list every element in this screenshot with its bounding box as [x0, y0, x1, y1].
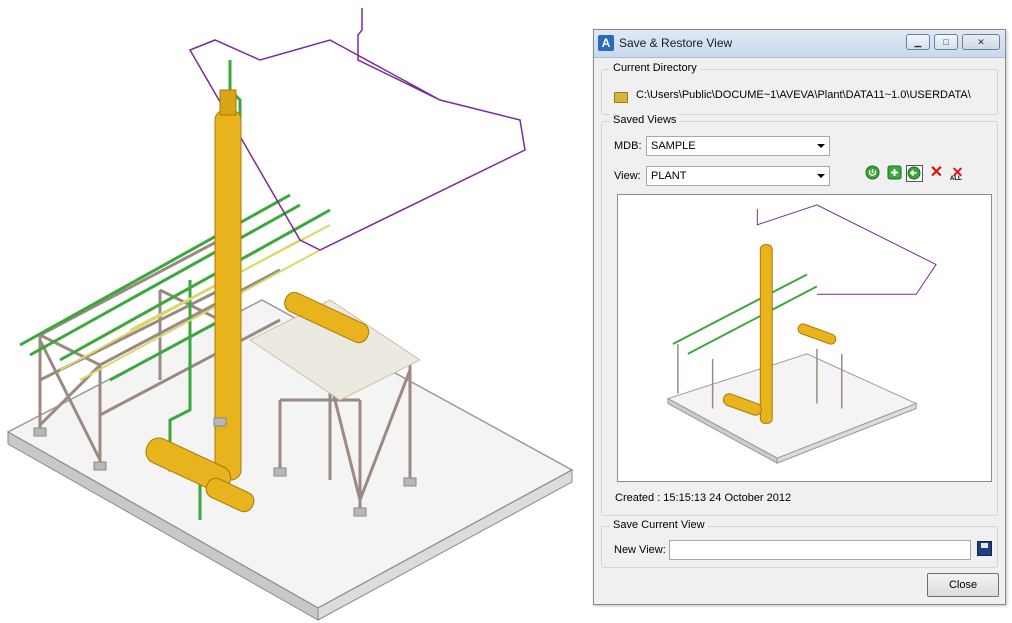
created-timestamp: Created : 15:15:13 24 October 2012: [615, 492, 792, 504]
window-title: Save & Restore View: [619, 36, 733, 50]
close-button[interactable]: Close: [927, 573, 999, 597]
chevron-down-icon: [817, 144, 825, 148]
new-view-label: New View:: [614, 544, 666, 556]
delete-view-icon[interactable]: ✕: [928, 165, 945, 182]
view-select[interactable]: PLANT: [646, 166, 830, 186]
title-bar[interactable]: A Save & Restore View ▁ □ ✕: [594, 30, 1005, 58]
save-current-view-label: Save Current View: [610, 519, 708, 531]
mdb-select-value: SAMPLE: [651, 140, 696, 152]
delete-all-text: ALL: [950, 176, 962, 182]
mdb-select[interactable]: SAMPLE: [646, 136, 830, 156]
current-directory-label: Current Directory: [610, 62, 700, 74]
plant-3d-model-view[interactable]: [0, 0, 590, 623]
minimize-button[interactable]: ▁: [906, 34, 930, 50]
save-restore-view-dialog: A Save & Restore View ▁ □ ✕ Current Dire…: [593, 29, 1006, 605]
aveva-app-icon: A: [598, 35, 614, 51]
view-preview: [617, 194, 992, 482]
view-select-value: PLANT: [651, 170, 687, 182]
column-top: [219, 89, 237, 116]
add-view-icon[interactable]: [886, 165, 903, 182]
current-directory-path: C:\Users\Public\DOCUME~1\AVEVA\Plant\DAT…: [636, 89, 971, 101]
view-label: View:: [614, 170, 641, 182]
maximize-button[interactable]: □: [934, 34, 958, 50]
delete-all-icon[interactable]: ✕ ALL: [949, 165, 966, 183]
replace-view-icon[interactable]: [906, 165, 923, 182]
current-directory-group: Current Directory C:\Users\Public\DOCUME…: [601, 62, 998, 115]
folder-icon: [614, 92, 628, 103]
close-window-button[interactable]: ✕: [962, 34, 1000, 50]
saved-views-label: Saved Views: [610, 114, 680, 126]
mdb-label: MDB:: [614, 140, 642, 152]
restore-view-icon[interactable]: [864, 165, 881, 182]
chevron-down-icon: [817, 174, 825, 178]
new-view-input[interactable]: [669, 540, 971, 560]
save-view-icon[interactable]: [977, 541, 992, 556]
